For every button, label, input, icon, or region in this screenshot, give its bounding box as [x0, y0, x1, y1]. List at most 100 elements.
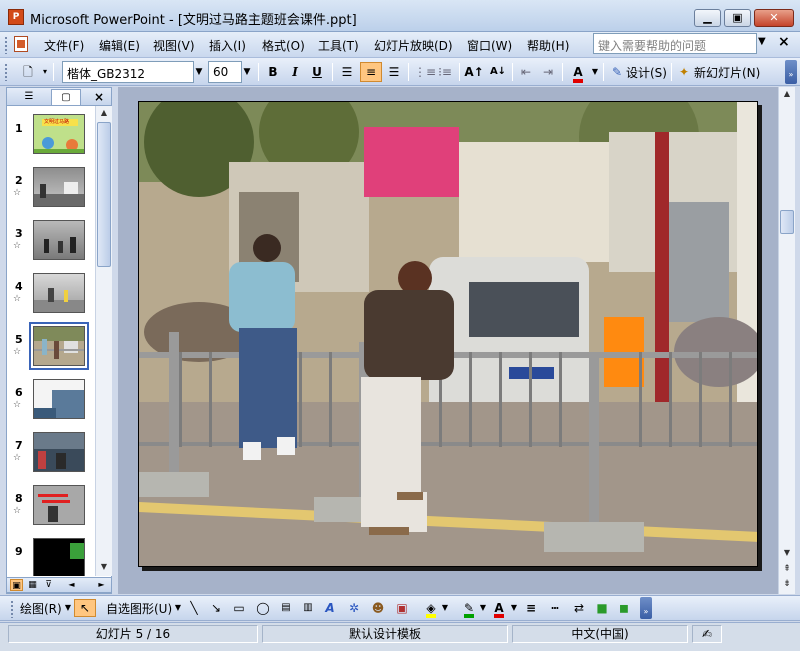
fill-color-button[interactable]: ◈ [422, 599, 440, 618]
line-tool-button[interactable]: ╲ [186, 599, 202, 617]
increase-indent-button[interactable]: ⇥ [539, 62, 557, 82]
menu-window[interactable]: 窗口(W) [467, 37, 512, 54]
diagram-button[interactable]: ✲ [346, 599, 362, 617]
current-slide-canvas[interactable] [138, 101, 758, 567]
draw-font-color-button[interactable]: A [490, 599, 508, 618]
autoshapes-dropdown-icon[interactable]: ▼ [174, 599, 182, 617]
arrow-tool-button[interactable]: ↘ [208, 599, 224, 617]
slides-pane-scrollbar[interactable]: ▲ ▼ [95, 106, 112, 576]
oval-tool-button[interactable]: ◯ [254, 599, 272, 617]
scroll-right-icon[interactable]: ► [95, 579, 108, 591]
font-color-button[interactable]: A [567, 62, 589, 83]
font-color-dropdown-icon[interactable]: ▼ [590, 62, 600, 82]
document-icon[interactable] [14, 36, 28, 52]
menu-tools[interactable]: 工具(T) [318, 37, 359, 54]
font-size-dropdown-icon[interactable]: ▼ [240, 62, 254, 82]
new-slide-button[interactable]: 新幻灯片(N) [694, 64, 760, 81]
menu-slideshow[interactable]: 幻灯片放映(D) [374, 37, 453, 54]
toolbar-overflow-button[interactable]: » [785, 60, 797, 84]
slide-thumbnail-8[interactable] [33, 485, 85, 525]
scroll-up-icon[interactable]: ▲ [780, 87, 794, 101]
scroll-down-icon[interactable]: ▼ [780, 546, 794, 560]
font-name-dropdown-icon[interactable]: ▼ [192, 62, 206, 82]
spelling-status-button[interactable]: ✍ [692, 625, 722, 643]
crosswalk-photo[interactable] [139, 102, 758, 567]
scroll-left-icon[interactable]: ◄ [65, 579, 78, 591]
menu-edit[interactable]: 编辑(E) [99, 37, 140, 54]
next-slide-icon[interactable]: ⇟ [780, 577, 794, 591]
editor-vertical-scrollbar[interactable]: ▲ ▼ ⇞ ⇟ [778, 87, 795, 594]
3d-style-button[interactable]: ◼ [616, 599, 632, 617]
fill-color-dropdown-icon[interactable]: ▼ [441, 599, 449, 617]
align-left-button[interactable]: ☰ [338, 62, 356, 82]
slide-thumbnail-7[interactable] [33, 432, 85, 472]
slide-thumbnail-5[interactable] [29, 322, 89, 370]
draw-menu-button[interactable]: 绘图(R) [20, 600, 62, 617]
document-close-icon[interactable]: × [778, 34, 790, 50]
arrow-style-button[interactable]: ⇄ [570, 599, 588, 617]
scrollbar-thumb[interactable] [780, 210, 794, 234]
decrease-font-size-button[interactable]: A↓ [488, 62, 508, 82]
numbering-button[interactable]: ⋮≡ [414, 62, 436, 82]
maximize-button[interactable]: ▣ [724, 9, 751, 27]
shadow-style-button[interactable]: ■ [594, 599, 610, 617]
autoshapes-menu-button[interactable]: 自选图形(U) [106, 600, 172, 617]
slide-thumbnail-6[interactable] [33, 379, 85, 419]
decrease-indent-button[interactable]: ⇤ [517, 62, 535, 82]
previous-slide-icon[interactable]: ⇞ [780, 562, 794, 576]
font-size-field[interactable]: 60 [208, 61, 242, 83]
bold-button[interactable]: B [264, 62, 282, 82]
help-dropdown-icon[interactable]: ▼ [758, 36, 766, 47]
powerpoint-app-icon[interactable]: P [8, 9, 24, 25]
insert-picture-button[interactable]: ▣ [394, 599, 410, 617]
line-color-button[interactable]: ✎ [460, 599, 478, 618]
drawing-toolbar-grip[interactable] [10, 600, 14, 618]
toolbar-grip[interactable] [4, 63, 8, 81]
slide-thumbnail-1[interactable]: 文明过马路 [33, 114, 85, 154]
slide-thumbnail-2[interactable] [33, 167, 85, 207]
scroll-up-icon[interactable]: ▲ [97, 106, 111, 120]
tab-slides[interactable]: ▢ [51, 89, 81, 105]
align-center-button[interactable]: ≡ [360, 62, 382, 82]
slide-thumbnail-3[interactable] [33, 220, 85, 260]
design-button[interactable]: 设计(S) [626, 64, 667, 81]
menubar-grip[interactable] [4, 36, 8, 54]
drawing-toolbar-overflow-button[interactable]: » [640, 597, 652, 619]
slide-sorter-view-button[interactable]: ▦ [26, 579, 39, 591]
scrollbar-thumb[interactable] [97, 122, 111, 267]
align-right-button[interactable]: ☰ [385, 62, 403, 82]
rectangle-tool-button[interactable]: ▭ [230, 599, 248, 617]
menu-insert[interactable]: 插入(I) [209, 37, 246, 54]
menu-view[interactable]: 视图(V) [153, 37, 195, 54]
draw-dropdown-icon[interactable]: ▼ [64, 599, 72, 617]
textbox-tool-button[interactable]: ▤ [278, 599, 294, 617]
vertical-textbox-button[interactable]: ▥ [300, 599, 316, 617]
underline-button[interactable]: U [308, 62, 326, 82]
line-style-button[interactable]: ≡ [522, 599, 540, 617]
increase-font-size-button[interactable]: A↑ [464, 62, 484, 82]
clipart-button[interactable]: ☻ [370, 599, 386, 617]
normal-view-button[interactable]: ▣ [10, 579, 23, 591]
pane-close-button[interactable]: × [91, 89, 107, 105]
menu-help[interactable]: 帮助(H) [527, 37, 569, 54]
scroll-down-icon[interactable]: ▼ [97, 560, 111, 574]
line-color-dropdown-icon[interactable]: ▼ [479, 599, 487, 617]
font-name-field[interactable]: 楷体_GB2312 [62, 61, 194, 83]
close-button[interactable]: ✕ [754, 9, 794, 27]
wordart-button[interactable]: A [322, 599, 338, 617]
menu-file[interactable]: 文件(F) [44, 37, 84, 54]
dash-style-button[interactable]: ┅ [546, 599, 564, 617]
toolbar-options-chevron-icon[interactable]: ▾ [40, 62, 50, 82]
select-objects-button[interactable]: ↖ [74, 599, 96, 617]
tab-outline[interactable]: ☰ [15, 89, 43, 105]
status-design-template[interactable]: 默认设计模板 [262, 625, 508, 643]
italic-button[interactable]: I [286, 62, 304, 82]
draw-font-color-dropdown-icon[interactable]: ▼ [510, 599, 518, 617]
slide-thumbnail-4[interactable] [33, 273, 85, 313]
minimize-button[interactable]: ▁ [694, 9, 721, 27]
menu-format[interactable]: 格式(O) [262, 37, 305, 54]
slide-thumbnail-9[interactable] [33, 538, 85, 576]
slideshow-view-button[interactable]: ⊽ [42, 579, 55, 591]
new-document-button[interactable]: 🗋 [18, 62, 38, 82]
help-search-input[interactable]: 键入需要帮助的问题 [593, 33, 757, 54]
